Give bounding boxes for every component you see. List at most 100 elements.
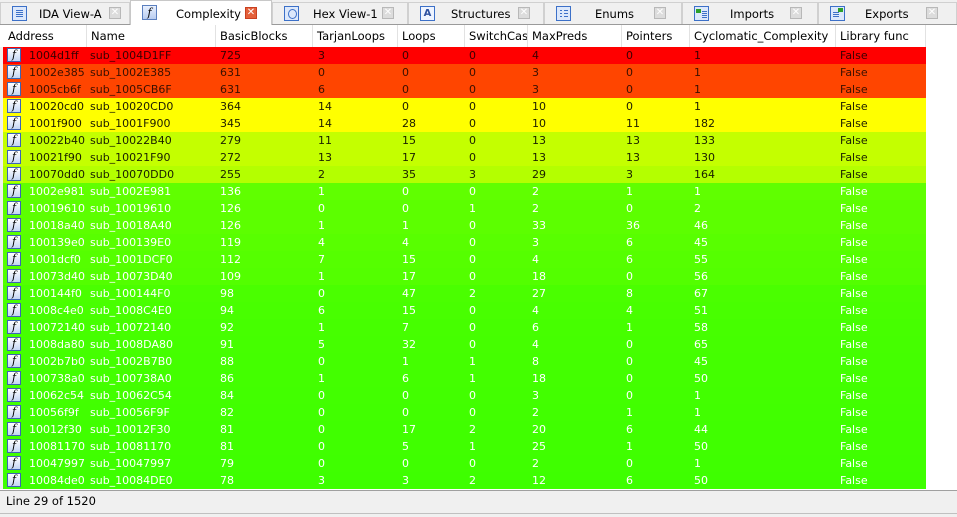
column-header-cyclomatic-complexity[interactable]: Cyclomatic_Complexity — [690, 25, 836, 47]
tab-complexity[interactable]: f Complexity ✕ — [130, 0, 272, 25]
table-row[interactable]: f 100144f0 sub_100144F0 98 0 47 2 27 8 67 False — [0, 285, 926, 302]
cell-library-func: False — [840, 134, 868, 147]
table-row[interactable]: f 10019610 sub_10019610 126 0 0 1 2 0 2 False — [0, 200, 926, 217]
tab-ida-view-a[interactable]: IDA View-A ✕ — [0, 2, 130, 24]
cell-library-func: False — [840, 151, 868, 164]
table-row[interactable]: f 1008da80 sub_1008DA80 91 5 32 0 4 0 65 False — [0, 336, 926, 353]
cell-switchcases: 0 — [469, 270, 476, 283]
cell-cyclomatic-complexity: 182 — [694, 117, 715, 130]
table-row[interactable]: f 1005cb6f sub_1005CB6F 631 6 0 0 3 0 1 False — [0, 81, 926, 98]
table-row[interactable]: f 10070dd0 sub_10070DD0 255 2 35 3 29 3 164 False — [0, 166, 926, 183]
cell-switchcases: 0 — [469, 219, 476, 232]
tab-exports[interactable]: Exports ✕ — [818, 2, 957, 24]
close-tab-icon[interactable]: ✕ — [790, 7, 802, 19]
function-icon: f — [7, 371, 21, 385]
table-row[interactable]: f 1002e385 sub_1002E385 631 0 0 0 3 0 1 False — [0, 64, 926, 81]
cell-tarjanloops: 1 — [318, 219, 325, 232]
cell-tarjanloops: 0 — [318, 406, 325, 419]
cell-switchcases: 0 — [469, 304, 476, 317]
cell-library-func: False — [840, 355, 868, 368]
cell-tarjanloops: 14 — [318, 117, 332, 130]
table-row[interactable]: f 100738a0 sub_100738A0 86 1 6 1 18 0 50 False — [0, 370, 926, 387]
cell-basicblocks: 112 — [220, 253, 241, 266]
table-row[interactable]: f 10047997 sub_10047997 79 0 0 0 2 0 1 False — [0, 455, 926, 472]
cell-maxpreds: 13 — [532, 134, 546, 147]
column-header-pointers[interactable]: Pointers — [622, 25, 690, 47]
cell-pointers: 0 — [626, 355, 633, 368]
table-row[interactable]: f 10062c54 sub_10062C54 84 0 0 0 3 0 1 False — [0, 387, 926, 404]
cell-pointers: 0 — [626, 83, 633, 96]
table-row[interactable]: f 1004d1ff sub_1004D1FF 725 3 0 0 4 0 1 False — [0, 47, 926, 64]
cell-library-func: False — [840, 389, 868, 402]
tab-structures[interactable]: A Structures ✕ — [408, 2, 544, 24]
cell-cyclomatic-complexity: 50 — [694, 372, 708, 385]
cell-basicblocks: 119 — [220, 236, 241, 249]
tab-imports[interactable]: Imports ✕ — [682, 2, 818, 24]
column-header-library-func[interactable]: Library func — [836, 25, 926, 47]
close-tab-icon[interactable]: ✕ — [654, 7, 666, 19]
cell-pointers: 6 — [626, 236, 633, 249]
column-header-switchcases[interactable]: SwitchCases — [465, 25, 528, 47]
table-row[interactable]: f 10084de0 sub_10084DE0 78 3 3 2 12 6 50 False — [0, 472, 926, 489]
table-row[interactable]: f 10018a40 sub_10018A40 126 1 1 0 33 36 46 False — [0, 217, 926, 234]
table-row[interactable]: f 10073d40 sub_10073D40 109 1 17 0 18 0 56 False — [0, 268, 926, 285]
cell-tarjanloops: 0 — [318, 389, 325, 402]
cell-cyclomatic-complexity: 58 — [694, 321, 708, 334]
table-row[interactable]: f 1001dcf0 sub_1001DCF0 112 7 15 0 4 6 55 False — [0, 251, 926, 268]
cell-maxpreds: 20 — [532, 423, 546, 436]
cell-basicblocks: 126 — [220, 202, 241, 215]
tab-enums[interactable]: Enums ✕ — [544, 2, 682, 24]
table-row[interactable]: f 10072140 sub_10072140 92 1 7 0 6 1 58 False — [0, 319, 926, 336]
table-row[interactable]: f 10022b40 sub_10022B40 279 11 15 0 13 13 133 Fals… — [0, 132, 926, 149]
column-header-address[interactable]: Address — [4, 25, 87, 47]
table-row[interactable]: f 10081170 sub_10081170 81 0 5 1 25 1 50 False — [0, 438, 926, 455]
cell-name: sub_10012F30 — [90, 423, 171, 436]
table-row[interactable]: f 1002e981 sub_1002E981 136 1 0 0 2 1 1 False — [0, 183, 926, 200]
cell-library-func: False — [840, 83, 868, 96]
structures-icon: A — [420, 6, 435, 21]
cell-library-func: False — [840, 474, 868, 487]
cell-cyclomatic-complexity: 55 — [694, 253, 708, 266]
column-header-tarjanloops[interactable]: TarjanLoops — [313, 25, 398, 47]
cell-switchcases: 0 — [469, 185, 476, 198]
cell-cyclomatic-complexity: 1 — [694, 66, 701, 79]
table-row[interactable]: f 1001f900 sub_1001F900 345 14 28 0 10 11 182 Fals… — [0, 115, 926, 132]
cell-loops: 47 — [402, 287, 416, 300]
column-header-basicblocks[interactable]: BasicBlocks — [216, 25, 313, 47]
function-icon: f — [7, 337, 21, 351]
table-row[interactable]: f 100139e0 sub_100139E0 119 4 4 0 3 6 45 False — [0, 234, 926, 251]
complexity-table[interactable]: Address Name BasicBlocks TarjanLoops Loops Sw… — [0, 25, 957, 490]
table-row[interactable]: f 1008c4e0 sub_1008C4E0 94 6 15 0 4 4 51 False — [0, 302, 926, 319]
cell-maxpreds: 18 — [532, 372, 546, 385]
table-row[interactable]: f 10021f90 sub_10021F90 272 13 17 0 13 13 130 Fals… — [0, 149, 926, 166]
table-row[interactable]: f 1002b7b0 sub_1002B7B0 88 0 1 1 8 0 45 False — [0, 353, 926, 370]
column-header-maxpreds[interactable]: MaxPreds — [528, 25, 622, 47]
column-header-name[interactable]: Name — [87, 25, 216, 47]
cell-basicblocks: 88 — [220, 355, 234, 368]
cell-cyclomatic-complexity: 50 — [694, 474, 708, 487]
tab-hex-view-1[interactable]: Hex View-1 ✕ — [272, 2, 408, 24]
close-tab-icon[interactable]: ✕ — [109, 7, 121, 19]
column-header-loops[interactable]: Loops — [398, 25, 465, 47]
table-row[interactable]: f 10012f30 sub_10012F30 81 0 17 2 20 6 44 False — [0, 421, 926, 438]
close-tab-icon[interactable]: ✕ — [926, 7, 938, 19]
table-body[interactable]: f 1004d1ff sub_1004D1FF 725 3 0 0 4 0 1 False f 1002… — [0, 47, 926, 489]
function-icon: f — [7, 456, 21, 470]
cell-basicblocks: 272 — [220, 151, 241, 164]
cell-tarjanloops: 11 — [318, 134, 332, 147]
table-row[interactable]: f 10020cd0 sub_10020CD0 364 14 0 0 10 0 1 False — [0, 98, 926, 115]
cell-maxpreds: 2 — [532, 185, 539, 198]
cell-maxpreds: 25 — [532, 440, 546, 453]
function-icon: f — [7, 286, 21, 300]
row-gutter — [0, 98, 3, 115]
close-tab-icon[interactable]: ✕ — [245, 7, 257, 19]
close-tab-icon[interactable]: ✕ — [518, 7, 530, 19]
row-gutter — [0, 200, 3, 217]
table-row[interactable]: f 10056f9f sub_10056F9F 82 0 0 0 2 1 1 False — [0, 404, 926, 421]
status-line-text: Line 29 of 1520 — [6, 494, 96, 508]
cell-basicblocks: 364 — [220, 100, 241, 113]
function-icon: f — [7, 235, 21, 249]
close-tab-icon[interactable]: ✕ — [382, 7, 394, 19]
function-icon: f — [7, 320, 21, 334]
cell-maxpreds: 3 — [532, 83, 539, 96]
